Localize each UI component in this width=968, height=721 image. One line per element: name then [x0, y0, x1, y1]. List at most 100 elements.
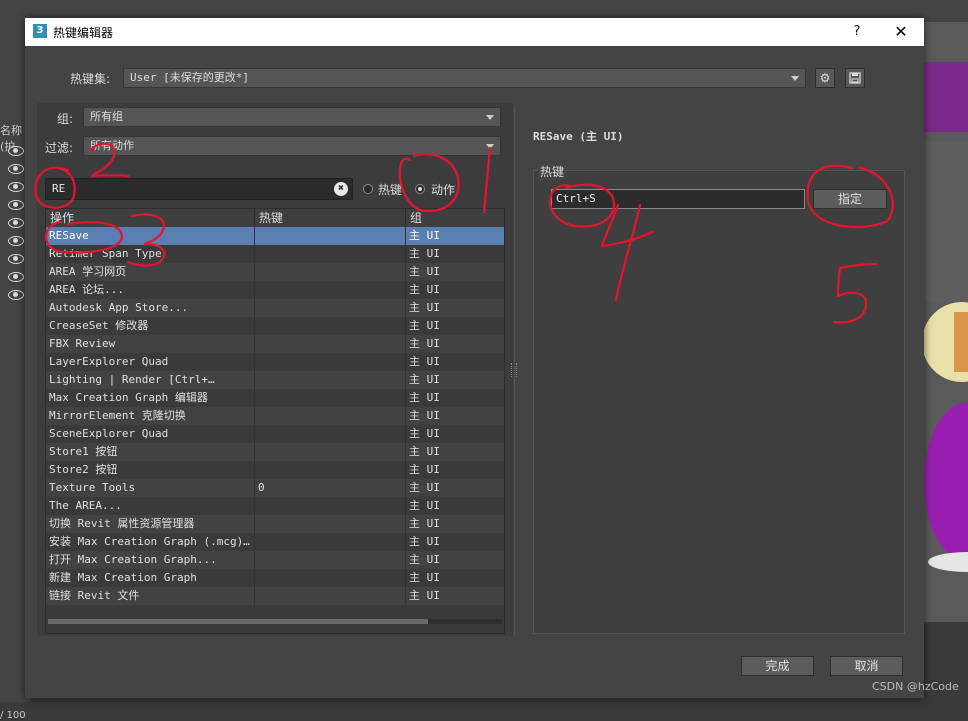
help-button[interactable]: ?: [843, 20, 871, 44]
filter-dropdown[interactable]: 所有动作: [83, 136, 501, 156]
splitter-grip[interactable]: [511, 363, 517, 377]
cell-hotkey: [255, 281, 406, 299]
cell-action: Lighting | Render [Ctrl+…: [46, 371, 255, 389]
cell-hotkey: [255, 245, 406, 263]
table-row-selected[interactable]: RESave 主 UI: [46, 227, 504, 245]
table-row[interactable]: AREA 学习网页 主 UI: [46, 263, 504, 281]
radio-search-by-hotkey[interactable]: [363, 184, 373, 194]
dialog-title: 热键编辑器: [53, 26, 114, 40]
hotkey-input[interactable]: Ctrl+S: [551, 189, 805, 209]
cell-hotkey: [255, 371, 406, 389]
cell-action: MirrorElement 克隆切换: [46, 407, 255, 425]
hotkey-set-value: User [未保存的更改*]: [130, 71, 249, 84]
table-row[interactable]: LayerExplorer Quad 主 UI: [46, 353, 504, 371]
table-row[interactable]: Retimer Span Type 主 UI: [46, 245, 504, 263]
cancel-button[interactable]: 取消: [830, 656, 903, 676]
table-header: 操作 热键 组: [46, 209, 504, 228]
table-row[interactable]: 切换 Revit 属性资源管理器 主 UI: [46, 515, 504, 533]
title-bar: 3 热键编辑器 ? ✕: [25, 18, 924, 46]
table-row[interactable]: Lighting | Render [Ctrl+… 主 UI: [46, 371, 504, 389]
cell-action: Texture Tools: [46, 479, 255, 497]
cell-group: 主 UI: [409, 517, 440, 530]
visibility-eye-icon[interactable]: [8, 200, 24, 210]
scrollbar-thumb[interactable]: [48, 619, 428, 624]
cell-group: 主 UI: [409, 301, 440, 314]
visibility-eye-icon[interactable]: [8, 272, 24, 282]
visibility-eye-icon[interactable]: [8, 236, 24, 246]
hotkey-group-label: 热键: [538, 163, 567, 180]
save-hotkey-set-button[interactable]: [845, 68, 865, 88]
table-row[interactable]: Max Creation Graph 编辑器 主 UI: [46, 389, 504, 407]
group-dropdown[interactable]: 所有组: [83, 107, 501, 127]
table-row[interactable]: 链接 Revit 文件 主 UI: [46, 587, 504, 605]
cell-action: CreaseSet 修改器: [46, 317, 255, 335]
cell-action: RESave: [46, 227, 255, 245]
hotkey-set-dropdown[interactable]: User [未保存的更改*]: [123, 68, 806, 88]
table-row[interactable]: 打开 Max Creation Graph... 主 UI: [46, 551, 504, 569]
teapot-render: [924, 62, 968, 702]
cell-action: Autodesk App Store...: [46, 299, 255, 317]
table-row[interactable]: FBX Review 主 UI: [46, 335, 504, 353]
filter-value: 所有动作: [90, 139, 134, 152]
visibility-eye-icon[interactable]: [8, 146, 24, 156]
group-label: 组:: [57, 112, 74, 126]
table-row[interactable]: CreaseSet 修改器 主 UI: [46, 317, 504, 335]
table-row[interactable]: 新建 Max Creation Graph 主 UI: [46, 569, 504, 587]
radio-search-by-action[interactable]: [415, 184, 425, 194]
cell-group: 主 UI: [409, 265, 440, 278]
search-input[interactable]: RE ✖: [45, 178, 353, 200]
cell-hotkey: [255, 227, 406, 245]
assign-button[interactable]: 指定: [813, 189, 887, 209]
cell-action: AREA 学习网页: [46, 263, 255, 281]
cell-hotkey: [255, 497, 406, 515]
clear-search-icon[interactable]: ✖: [334, 182, 348, 196]
table-row[interactable]: Store1 按钮 主 UI: [46, 443, 504, 461]
cell-action: Retimer Span Type: [46, 245, 255, 263]
hotkey-set-label: 热键集:: [70, 72, 111, 86]
viewport[interactable]: [924, 22, 968, 702]
column-header-group[interactable]: 组: [406, 209, 504, 227]
table-row[interactable]: Texture Tools 0 主 UI: [46, 479, 504, 497]
visibility-eye-icon[interactable]: [8, 182, 24, 192]
cell-action: SceneExplorer Quad: [46, 425, 255, 443]
table-row[interactable]: The AREA... 主 UI: [46, 497, 504, 515]
selected-action-heading: RESave (主 UI): [533, 130, 624, 143]
close-button[interactable]: ✕: [887, 20, 915, 44]
cell-hotkey: [255, 299, 406, 317]
hotkey-input-value: Ctrl+S: [556, 192, 596, 205]
cell-group: 主 UI: [409, 283, 440, 296]
cell-group: 主 UI: [409, 553, 440, 566]
cell-group: 主 UI: [409, 589, 440, 602]
visibility-eye-icon[interactable]: [8, 254, 24, 264]
group-value: 所有组: [90, 110, 123, 123]
action-table: 操作 热键 组 RESave 主 UI Retimer Span Type 主 UI A…: [45, 208, 505, 634]
visibility-eye-icon[interactable]: [8, 164, 24, 174]
radio-hotkey-label: 热键: [378, 183, 403, 197]
table-row[interactable]: MirrorElement 克隆切换 主 UI: [46, 407, 504, 425]
visibility-eye-icon[interactable]: [8, 290, 24, 300]
visibility-eye-icon[interactable]: [8, 218, 24, 228]
cell-group: 主 UI: [409, 445, 440, 458]
cell-group: 主 UI: [409, 229, 440, 242]
table-row[interactable]: 安装 Max Creation Graph (.mcg)… 主 UI: [46, 533, 504, 551]
settings-gear-button[interactable]: ⚙: [815, 68, 835, 88]
app-3ds-icon: 3: [33, 24, 47, 38]
table-row[interactable]: SceneExplorer Quad 主 UI: [46, 425, 504, 443]
column-header-action[interactable]: 操作: [46, 209, 255, 227]
cell-hotkey: [255, 587, 406, 605]
cell-group: 主 UI: [409, 391, 440, 404]
cell-group: 主 UI: [409, 247, 440, 260]
column-header-hotkey[interactable]: 热键: [255, 209, 406, 227]
table-row[interactable]: Store2 按钮 主 UI: [46, 461, 504, 479]
filter-label: 过滤:: [45, 141, 74, 155]
cell-hotkey: [255, 533, 406, 551]
table-row[interactable]: AREA 论坛... 主 UI: [46, 281, 504, 299]
done-button[interactable]: 完成: [741, 656, 814, 676]
cell-group: 主 UI: [409, 535, 440, 548]
horizontal-scrollbar[interactable]: [48, 619, 502, 624]
table-row[interactable]: Autodesk App Store... 主 UI: [46, 299, 504, 317]
cell-action: 打开 Max Creation Graph...: [46, 551, 255, 569]
cell-action: 链接 Revit 文件: [46, 587, 255, 605]
chevron-down-icon: [486, 144, 494, 149]
cell-action: The AREA...: [46, 497, 255, 515]
